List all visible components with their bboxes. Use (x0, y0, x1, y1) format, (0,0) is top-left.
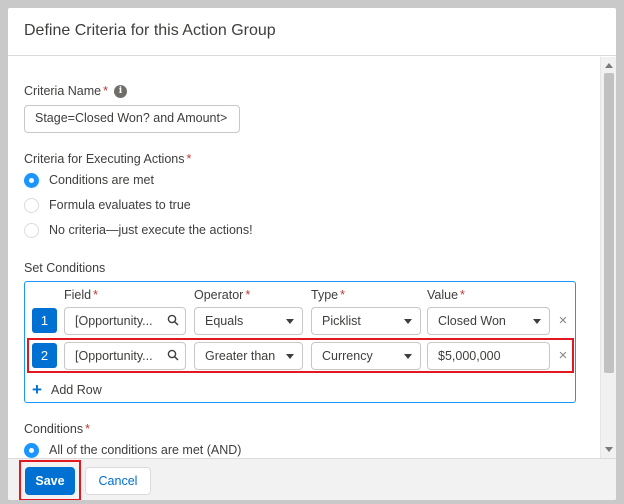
radio-button[interactable] (24, 198, 39, 213)
scroll-up-icon[interactable] (605, 63, 613, 68)
criteria-name-label: Criteria Name * (24, 84, 108, 98)
column-header-type: Type * (311, 288, 345, 302)
required-asterisk: * (186, 152, 192, 166)
plus-icon: + (32, 380, 42, 399)
chevron-down-icon (404, 319, 412, 324)
conditions-label-text: Conditions (24, 422, 84, 436)
close-icon[interactable]: × (557, 313, 569, 328)
field-lookup[interactable]: [Opportunity... (64, 342, 186, 370)
field-lookup-value: [Opportunity... (75, 349, 153, 363)
chevron-down-icon (286, 319, 294, 324)
close-icon[interactable]: × (557, 348, 569, 363)
required-asterisk: * (103, 84, 108, 98)
field-lookup[interactable]: [Opportunity... (64, 307, 186, 335)
column-header-value: Value * (427, 288, 465, 302)
type-select[interactable]: Currency (311, 342, 421, 370)
value-input[interactable]: $5,000,000 (427, 342, 550, 370)
operator-select[interactable]: Greater than (194, 342, 303, 370)
scrollbar-thumb[interactable] (604, 73, 614, 373)
criteria-name-input[interactable]: Stage=Closed Won? and Amount> (24, 105, 240, 133)
column-header-field: Field * (64, 288, 98, 302)
set-conditions-label: Set Conditions (24, 261, 106, 275)
dialog-header: Define Criteria for this Action Group (8, 8, 616, 56)
conditions-table: Field * Operator * Type * Value * 1 [Opportu… (24, 281, 576, 403)
row-number-badge: 1 (32, 308, 57, 333)
column-header-text: Type (311, 288, 339, 302)
info-icon[interactable]: i (114, 85, 127, 98)
scroll-down-icon[interactable] (605, 447, 613, 452)
dialog-footer: Save Cancel (8, 458, 616, 500)
conditions-label: Conditions * (24, 422, 90, 436)
dialog-body: Criteria Name * i Stage=Closed Won? and A… (8, 57, 616, 458)
column-header-operator: Operator * (194, 288, 250, 302)
value-select[interactable]: Closed Won (427, 307, 550, 335)
column-header-text: Field (64, 288, 92, 302)
operator-select[interactable]: Equals (194, 307, 303, 335)
radio-label: All of the conditions are met (AND) (49, 443, 242, 457)
search-icon (167, 349, 179, 361)
save-button[interactable]: Save (25, 467, 75, 495)
scrollbar[interactable] (600, 57, 616, 458)
cancel-button[interactable]: Cancel (85, 467, 151, 495)
radio-label: No criteria—just execute the actions! (49, 223, 253, 237)
required-asterisk: * (245, 288, 251, 302)
column-header-text: Operator (194, 288, 244, 302)
chevron-down-icon (286, 354, 294, 359)
radio-label: Conditions are met (49, 173, 154, 187)
row-number-badge: 2 (32, 343, 57, 368)
required-asterisk: * (93, 288, 98, 302)
dialog-title: Define Criteria for this Action Group (24, 22, 276, 39)
radio-label: Formula evaluates to true (49, 198, 191, 212)
executing-criteria-label-text: Criteria for Executing Actions (24, 152, 185, 166)
operator-select-value: Greater than (205, 349, 276, 363)
required-asterisk: * (85, 422, 90, 436)
chevron-down-icon (404, 354, 412, 359)
define-criteria-dialog: Define Criteria for this Action Group Cr… (8, 8, 616, 500)
radio-button-selected[interactable] (24, 173, 39, 188)
executing-criteria-label: Criteria for Executing Actions * (24, 152, 191, 166)
value-input-value: $5,000,000 (438, 349, 501, 363)
operator-select-value: Equals (205, 314, 244, 328)
required-asterisk: * (340, 288, 345, 302)
add-row-label: Add Row (51, 383, 102, 397)
value-select-value: Closed Won (438, 314, 506, 328)
criteria-name-label-text: Criteria Name (24, 84, 102, 98)
search-icon (167, 314, 179, 326)
type-select[interactable]: Picklist (311, 307, 421, 335)
radio-button-selected[interactable] (24, 443, 39, 458)
required-asterisk: * (460, 288, 465, 302)
chevron-down-icon (533, 319, 541, 324)
type-select-value: Currency (322, 349, 373, 363)
field-lookup-value: [Opportunity... (75, 314, 153, 328)
type-select-value: Picklist (322, 314, 361, 328)
column-header-text: Value (427, 288, 459, 302)
radio-button[interactable] (24, 223, 39, 238)
